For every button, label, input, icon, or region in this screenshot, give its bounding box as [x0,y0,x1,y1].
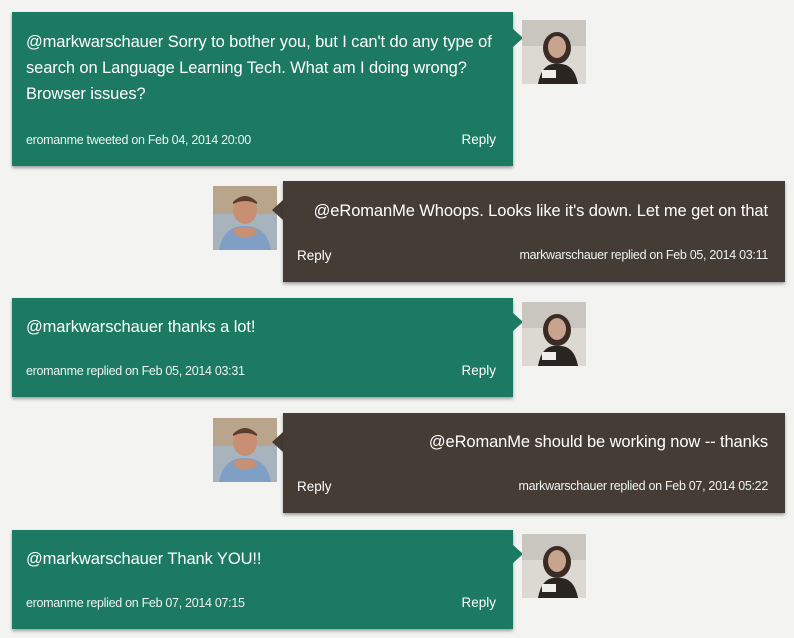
tweet-meta: eromanme tweeted on Feb 04, 2014 20:00 [26,133,251,147]
tweet-text: @eRomanMe should be working now -- thank… [428,433,768,451]
tweet-card: @markwarschauer thanks a lot! eromanme r… [12,298,513,397]
tweet-meta: markwarschauer replied on Feb 07, 2014 0… [518,479,769,493]
avatar[interactable] [213,418,277,482]
tweet-text: @markwarschauer thanks a lot! [26,318,256,336]
tweet-text: @eRomanMe Whoops. Looks like it's down. … [313,202,768,220]
tweet-meta: eromanme replied on Feb 05, 2014 03:31 [26,364,245,378]
reply-button[interactable]: Reply [297,248,332,263]
user-photo-icon [522,302,586,366]
tweet-text: @markwarschauer Sorry to bother you, but… [26,33,492,103]
reply-button[interactable]: Reply [461,363,496,378]
avatar[interactable] [522,302,586,366]
avatar[interactable] [213,186,277,250]
avatar[interactable] [522,534,586,598]
reply-button[interactable]: Reply [297,479,332,494]
tweet-card: @eRomanMe Whoops. Looks like it's down. … [283,181,785,282]
user-photo-icon [213,418,277,482]
user-photo-icon [522,20,586,84]
avatar[interactable] [522,20,586,84]
tweet-meta: markwarschauer replied on Feb 05, 2014 0… [519,248,768,262]
tweet-card: @markwarschauer Thank YOU!! eromanme rep… [12,530,513,629]
tweet-meta: eromanme replied on Feb 07, 2014 07:15 [26,596,245,610]
user-photo-icon [213,186,277,250]
tweet-text: @markwarschauer Thank YOU!! [26,550,262,568]
user-photo-icon [522,534,586,598]
reply-button[interactable]: Reply [461,132,496,147]
tweet-card: @eRomanMe should be working now -- thank… [283,413,785,513]
reply-button[interactable]: Reply [461,595,496,610]
bubble-pointer [272,200,283,220]
bubble-pointer [272,432,283,452]
tweet-card: @markwarschauer Sorry to bother you, but… [12,12,513,166]
